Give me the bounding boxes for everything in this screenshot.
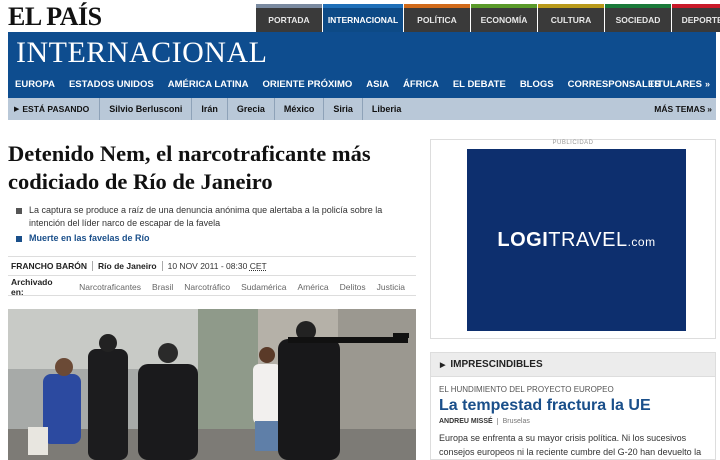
article-photo[interactable] — [8, 309, 416, 460]
trending-topic-grecia[interactable]: Grecia — [226, 98, 274, 120]
section-tab-politica[interactable]: POLÍTICA — [404, 4, 470, 32]
featured-excerpt: Europa se enfrenta a su mayor crisis pol… — [439, 433, 702, 457]
tag-link[interactable]: América — [297, 282, 328, 292]
advertisement-box: PUBLICIDAD LOGITRAVEL.com — [430, 139, 716, 339]
bullet-icon — [16, 236, 22, 242]
region-link-oriente-proximo[interactable]: ORIENTE PRÓXIMO — [256, 79, 360, 90]
region-link-africa[interactable]: ÁFRICA — [396, 79, 446, 90]
featured-kicker[interactable]: EL HUNDIMIENTO DEL PROYECTO EUROPEO — [439, 385, 715, 394]
el-pais-logo[interactable]: EL PAÍS — [8, 2, 102, 32]
region-link-europa[interactable]: EUROPA — [8, 79, 62, 90]
archive-tags: Archivado en: Narcotraficantes Brasil Na… — [8, 276, 416, 297]
tag-link[interactable]: Brasil — [152, 282, 173, 292]
logitravel-banner[interactable]: LOGITRAVEL.com — [467, 149, 686, 331]
tag-link[interactable]: Narcotráfico — [184, 282, 230, 292]
ad-brand-travel: TRAVEL — [548, 228, 628, 251]
summary-text: La captura se produce a raíz de una denu… — [29, 205, 383, 228]
titulares-menu[interactable]: TITULARES » — [649, 72, 710, 96]
dateline-place: Río de Janeiro — [93, 261, 163, 271]
trending-topic-mexico[interactable]: México — [273, 98, 324, 120]
region-link-el-debate[interactable]: EL DEBATE — [446, 79, 513, 90]
chevron-right-icon: » — [707, 104, 712, 114]
archive-label: Archivado en: — [11, 276, 53, 297]
trending-topic-siria[interactable]: Siria — [323, 98, 362, 120]
region-nav: EUROPA ESTADOS UNIDOS AMÉRICA LATINA ORI… — [8, 72, 716, 96]
tag-link[interactable]: Justicia — [377, 282, 405, 292]
trending-topic-liberia[interactable]: Liberia — [361, 98, 411, 120]
author-link[interactable]: FRANCHO BARÓN — [11, 261, 94, 271]
tag-link[interactable]: Sudamérica — [241, 282, 286, 292]
ad-label: PUBLICIDAD — [552, 140, 594, 146]
trending-label: ESTÁ PASANDO — [22, 104, 90, 114]
trending-topic-berlusconi[interactable]: Silvio Berlusconi — [99, 98, 191, 120]
article-summary-list: La captura se produce a raíz de una denu… — [16, 204, 416, 247]
region-link-asia[interactable]: ASIA — [359, 79, 396, 90]
section-tab-internacional[interactable]: INTERNACIONAL — [323, 4, 403, 32]
ad-brand-com: .com — [627, 234, 656, 249]
region-link-blogs[interactable]: BLOGS — [513, 79, 561, 90]
top-bar: EL PAÍS PORTADA INTERNACIONAL POLÍTICA E… — [0, 0, 720, 34]
region-link-estados-unidos[interactable]: ESTADOS UNIDOS — [62, 79, 161, 90]
section-header-band: INTERNACIONAL EUROPA ESTADOS UNIDOS AMÉR… — [8, 32, 716, 98]
section-tab-economia[interactable]: ECONOMÍA — [471, 4, 537, 32]
timezone: CET — [249, 261, 267, 271]
featured-place: Bruselas — [502, 418, 530, 425]
summary-item: La captura se produce a raíz de una denu… — [16, 204, 416, 230]
article-headline: Detenido Nem, el narcotraficante más cod… — [8, 141, 371, 194]
ad-brand-logi: LOGI — [497, 228, 549, 251]
more-topics-link[interactable]: MÁS TEMAS » — [654, 98, 712, 120]
section-tab-deportes[interactable]: DEPORTES — [672, 4, 720, 32]
tag-link[interactable]: Delitos — [340, 282, 366, 292]
bullet-icon — [16, 208, 22, 214]
section-tab-portada[interactable]: PORTADA — [256, 4, 322, 32]
play-arrow-icon: ▶ — [14, 106, 20, 113]
article-byline: FRANCHO BARÓN Río de Janeiro 10 NOV 2011… — [8, 256, 416, 276]
imprescindibles-box: ▶ IMPRESCINDIBLES EL HUNDIMIENTO DEL PRO… — [430, 352, 716, 460]
trending-topic-iran[interactable]: Irán — [191, 98, 227, 120]
titulares-label: TITULARES — [648, 78, 702, 90]
trending-bar: ▶ ESTÁ PASANDO Silvio Berlusconi Irán Gr… — [8, 98, 716, 120]
featured-byline: ANDREU MISSÉ Bruselas — [439, 418, 715, 425]
logitravel-logo: LOGITRAVEL.com — [497, 229, 655, 252]
more-topics-label: MÁS TEMAS — [654, 104, 706, 114]
section-tab-cultura[interactable]: CULTURA — [538, 4, 604, 32]
featured-title[interactable]: La tempestad fractura la UE — [439, 397, 715, 415]
play-arrow-icon: ▶ — [440, 361, 446, 369]
tag-link[interactable]: Narcotraficantes — [79, 282, 141, 292]
related-link[interactable]: Muerte en las favelas de Río — [29, 232, 150, 245]
section-tab-sociedad[interactable]: SOCIEDAD — [605, 4, 671, 32]
related-link-item[interactable]: Muerte en las favelas de Río — [16, 232, 416, 245]
section-title[interactable]: INTERNACIONAL — [16, 36, 267, 70]
region-link-america-latina[interactable]: AMÉRICA LATINA — [161, 79, 256, 90]
publish-date: 10 NOV 2011 - 08:30 CET — [163, 261, 272, 271]
imprescindibles-heading: IMPRESCINDIBLES — [450, 359, 543, 370]
chevron-right-icon: » — [704, 79, 710, 89]
police-operation-photo — [8, 309, 416, 460]
publish-datetime: 10 NOV 2011 - 08:30 — [167, 261, 248, 271]
imprescindibles-header: ▶ IMPRESCINDIBLES — [431, 353, 715, 377]
featured-author[interactable]: ANDREU MISSÉ — [439, 418, 498, 425]
section-nav: PORTADA INTERNACIONAL POLÍTICA ECONOMÍA … — [256, 4, 720, 32]
